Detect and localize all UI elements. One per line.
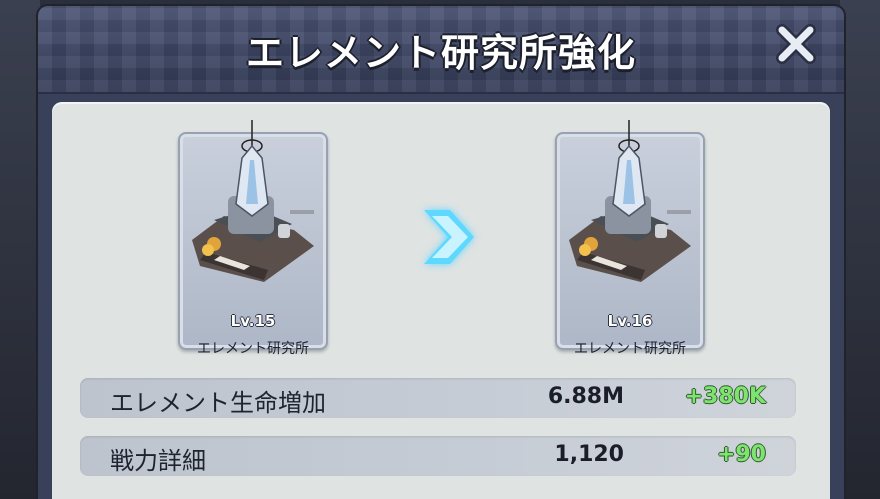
current-level: Lv.15 (230, 312, 276, 330)
element-lab-building-icon (192, 120, 314, 282)
dialog-title: エレメント研究所強化 (245, 31, 636, 75)
upgrade-dialog: エレメント研究所強化 Lv.15 エレメント研究所 Lv.16 エレメント研究所… (38, 6, 844, 499)
next-building-card: Lv.16 エレメント研究所 (555, 120, 705, 357)
close-x-icon (776, 24, 816, 64)
stat-delta: +90 (716, 442, 766, 467)
background-left (0, 0, 40, 499)
dialog-header: エレメント研究所強化 (38, 6, 844, 94)
next-level: Lv.16 (607, 312, 653, 330)
stat-row-element-hp: エレメント生命増加 6.88M +380K (80, 378, 796, 418)
chevron-right-icon (424, 210, 474, 264)
current-building-card: Lv.15 エレメント研究所 (178, 120, 328, 357)
stat-delta: +380K (684, 384, 766, 409)
background-right (840, 0, 880, 499)
stat-value: 6.88M (547, 384, 624, 409)
current-building-name: エレメント研究所 (197, 341, 309, 357)
close-button[interactable] (774, 22, 818, 66)
element-lab-building-icon (569, 120, 691, 282)
stat-label: 戦力詳細 (110, 447, 206, 475)
stat-row-power: 戦力詳細 1,120 +90 (80, 436, 796, 476)
content-panel: Lv.15 エレメント研究所 Lv.16 エレメント研究所 エレメント生命増加 … (52, 102, 830, 499)
next-building-name: エレメント研究所 (574, 341, 686, 357)
stat-value: 1,120 (554, 442, 624, 467)
stat-label: エレメント生命増加 (110, 389, 326, 417)
